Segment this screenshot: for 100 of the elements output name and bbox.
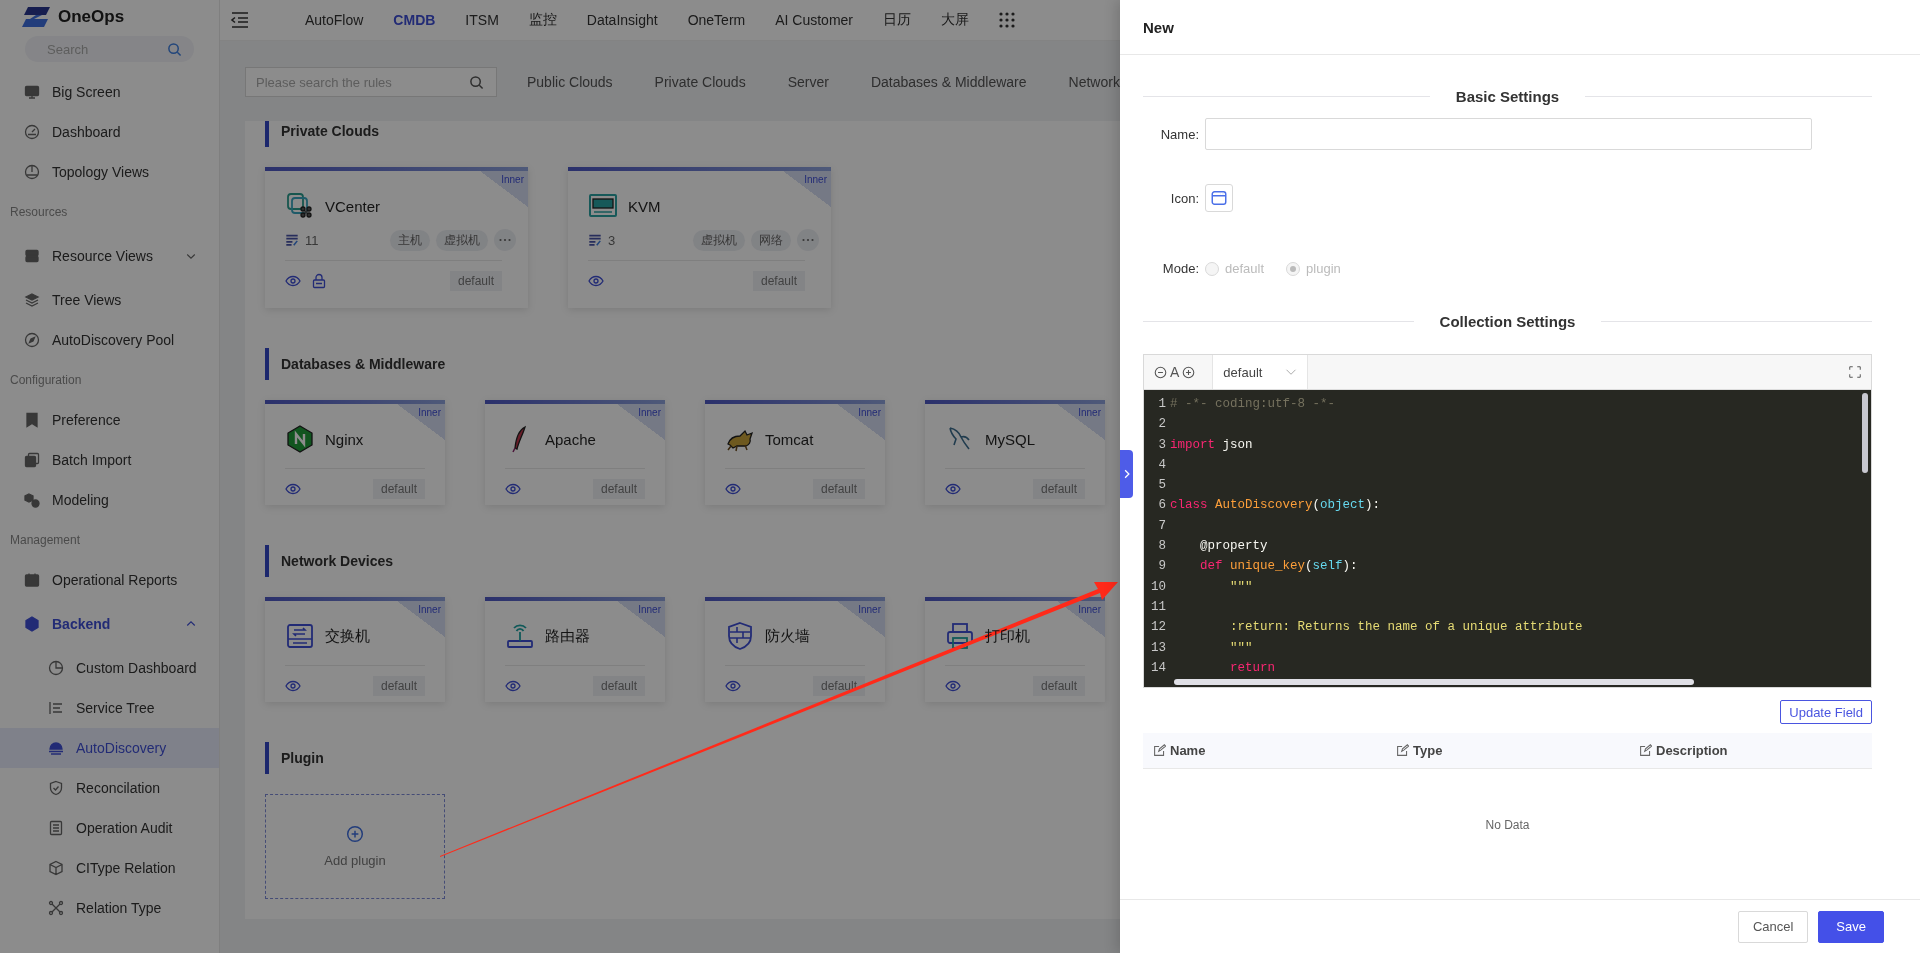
field-label: Mode:	[1161, 261, 1199, 276]
table-icon	[285, 233, 299, 247]
lock-icon[interactable]	[311, 273, 327, 289]
server-icon	[24, 248, 40, 264]
radar-icon	[48, 740, 64, 756]
rule-card[interactable]: Inner Nginx default	[265, 400, 445, 505]
nav-link[interactable]: 大屏	[941, 11, 970, 29]
sidebar-item[interactable]: Tree Views	[0, 280, 219, 320]
card-title: 防火墙	[765, 626, 810, 646]
sidebar-item[interactable]: Relation Type	[0, 888, 219, 928]
category-tab[interactable]: Server	[787, 74, 829, 90]
card-title: KVM	[628, 197, 661, 215]
code-line: """	[1229, 639, 1253, 657]
category-tab[interactable]: Private Clouds	[654, 74, 746, 90]
sidebar-item[interactable]: AutoDiscovery Pool	[0, 320, 219, 360]
theme-select[interactable]: default	[1212, 355, 1309, 389]
layers-icon	[24, 292, 40, 308]
cubes-icon	[24, 492, 40, 508]
nav-link[interactable]: CMDB	[393, 12, 436, 28]
sidebar-item[interactable]: Modeling	[0, 480, 219, 520]
code-line: # -*- coding:utf-8 -*-	[1169, 396, 1336, 413]
nav-link[interactable]: AutoFlow	[305, 12, 364, 28]
mode-tag: default	[372, 676, 425, 696]
tag: 虚拟机	[693, 229, 745, 251]
mode-tag: default	[592, 479, 645, 499]
sidebar-item[interactable]: Operation Audit	[0, 808, 219, 848]
list-icon	[48, 700, 64, 716]
rule-card[interactable]: Inner Apache default	[485, 400, 665, 505]
category-tab[interactable]: Public Clouds	[527, 74, 613, 90]
drawer-title: New	[1143, 18, 1174, 36]
rule-card[interactable]: Inner Tomcat default	[705, 400, 885, 505]
sidebar-item[interactable]: Preference	[0, 400, 219, 440]
sidebar-item[interactable]: Batch Import	[0, 440, 219, 480]
nav-link[interactable]: AI Customer	[775, 12, 854, 28]
menu-fold-icon[interactable]	[230, 10, 250, 30]
window-icon	[1210, 189, 1228, 207]
cancel-button[interactable]: Cancel	[1737, 910, 1809, 943]
ci-count: 11	[305, 232, 319, 248]
sidebar-item[interactable]: CIType Relation	[0, 848, 219, 888]
eye-icon[interactable]	[505, 678, 521, 694]
document-icon	[48, 820, 64, 836]
eye-icon[interactable]	[725, 678, 741, 694]
rule-card[interactable]: Inner VCenter 11 主机 虚拟机 default	[265, 167, 528, 308]
section-label: Resources	[9, 204, 69, 221]
sidebar-item[interactable]: Backend	[0, 600, 219, 648]
sidebar-item[interactable]: Big Screen	[0, 72, 219, 112]
sidebar-item[interactable]: Topology Views	[0, 152, 219, 192]
apps-grid-icon[interactable]	[999, 12, 1016, 28]
rule-card[interactable]: Inner 防火墙 default	[705, 597, 885, 702]
line-number: 6	[1157, 497, 1166, 515]
drawer-toggle[interactable]	[1120, 450, 1133, 498]
mode-tag: default	[449, 271, 502, 291]
icon-picker[interactable]	[1205, 184, 1233, 212]
fullscreen-icon[interactable]	[1849, 366, 1861, 378]
sidebar-item[interactable]: Service Tree	[0, 688, 219, 728]
update-field-button[interactable]: Update Field	[1780, 700, 1872, 724]
save-button[interactable]: Save	[1818, 910, 1884, 943]
field-label: Name:	[1159, 126, 1199, 142]
printer-icon	[945, 621, 975, 651]
sidebar-item[interactable]: Resource Views	[0, 232, 219, 280]
plus-circle-icon	[346, 825, 364, 843]
scrollbar[interactable]	[1862, 393, 1868, 473]
sidebar-item[interactable]: Reconcilation	[0, 768, 219, 808]
eye-icon[interactable]	[588, 273, 604, 289]
switch-icon	[285, 621, 315, 651]
shield-icon	[725, 621, 755, 651]
card-title: VCenter	[325, 197, 381, 215]
nav-link[interactable]: DataInsight	[586, 12, 658, 28]
sidebar-item[interactable]: AutoDiscovery	[0, 728, 219, 768]
eye-icon[interactable]	[285, 481, 301, 497]
nav-link[interactable]: 日历	[883, 11, 912, 29]
eye-icon[interactable]	[945, 481, 961, 497]
nav-link[interactable]: 监控	[528, 11, 557, 29]
eye-icon[interactable]	[285, 273, 301, 289]
nav-link[interactable]: OneTerm	[687, 12, 746, 28]
font-size-label: A	[1170, 364, 1180, 380]
add-plugin-button[interactable]: Add plugin	[265, 794, 445, 899]
name-input[interactable]	[1205, 118, 1812, 150]
search-icon	[469, 74, 484, 90]
code-line: class AutoDiscovery(object):	[1169, 497, 1381, 515]
eye-icon[interactable]	[285, 678, 301, 694]
eye-icon[interactable]	[945, 678, 961, 694]
category-tab[interactable]: Network	[1068, 74, 1120, 90]
rule-card[interactable]: Inner KVM 3 虚拟机 网络 default	[568, 167, 831, 308]
eye-icon[interactable]	[505, 481, 521, 497]
nav-link[interactable]: ITSM	[465, 12, 499, 28]
code-editor[interactable]: 1 # -*- coding:utf-8 -*- 2 3 import json 4 5 6 class AutoDiscovery(object): 7 8 @property 9 def unique_key(self): 10 """ 11 12 :return: Returns the name of a unique attribute 13 """ 14 return	[1144, 390, 1871, 687]
rule-card[interactable]: Inner 交换机 default	[265, 597, 445, 702]
rule-card[interactable]: Inner MySQL default	[925, 400, 1105, 505]
sidebar-item[interactable]: Operational Reports	[0, 560, 219, 600]
line-number: 5	[1157, 477, 1166, 495]
scrollbar[interactable]	[1174, 679, 1694, 685]
card-title: MySQL	[985, 430, 1035, 448]
tag: 网络	[751, 229, 791, 251]
code-line: """	[1229, 578, 1253, 596]
sidebar-item[interactable]: Dashboard	[0, 112, 219, 152]
eye-icon[interactable]	[725, 481, 741, 497]
rule-card[interactable]: Inner 路由器 default	[485, 597, 665, 702]
category-tab[interactable]: Databases & Middleware	[870, 74, 1027, 90]
sidebar-item[interactable]: Custom Dashboard	[0, 648, 219, 688]
